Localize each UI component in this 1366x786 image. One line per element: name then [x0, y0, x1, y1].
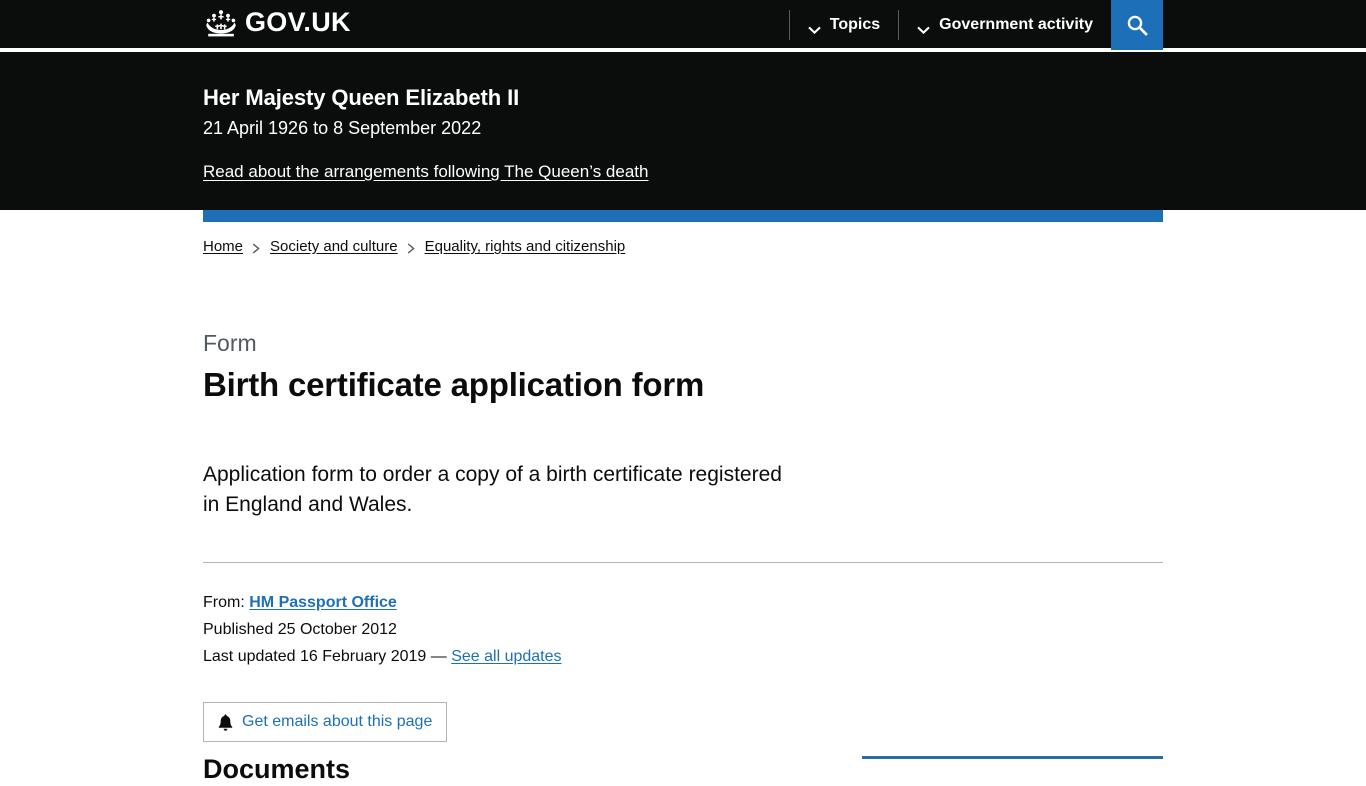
chevron-right-icon — [252, 241, 261, 254]
see-all-updates-link[interactable]: See all updates — [451, 648, 561, 665]
document-type-label: Form — [203, 330, 257, 356]
search-button[interactable] — [1111, 0, 1163, 50]
memorial-dates: 21 April 1926 to 8 September 2022 — [203, 118, 482, 138]
govuk-logo-link[interactable]: GOV.UK — [203, 7, 351, 38]
page-title: Birth certificate application form — [203, 366, 705, 403]
header-inner: GOV.UK Topics Government activity — [203, 0, 1163, 50]
page-description: Application form to order a copy of a bi… — [203, 463, 782, 516]
metadata-last-updated-label: Last updated — [203, 648, 296, 665]
bell-icon — [218, 713, 233, 731]
get-emails-button-label: Get emails about this page — [242, 713, 433, 730]
chevron-right-icon — [407, 241, 416, 254]
breadcrumb: Home Society and culture Equality, right… — [203, 222, 1163, 255]
breadcrumb-item-home[interactable]: Home — [203, 238, 243, 255]
govuk-header: GOV.UK Topics Government activity — [0, 0, 1366, 50]
breadcrumb-item-equality-rights-and-citizenship[interactable]: Equality, rights and citizenship — [425, 238, 626, 255]
memorial-arrangements-link[interactable]: Read about the arrangements following Th… — [203, 161, 648, 183]
govuk-logo-text: GOV.UK — [245, 7, 351, 37]
document-metadata: From: HM Passport Office Published 25 Oc… — [203, 589, 1163, 670]
nav-item-topics[interactable]: Topics — [790, 0, 898, 50]
metadata-published-label: Published — [203, 621, 274, 638]
metadata-from-label: From: — [203, 594, 245, 611]
header-navigation: Topics Government activity — [788, 0, 1163, 50]
nav-item-topics-label: Topics — [829, 16, 881, 33]
crown-icon — [203, 8, 239, 38]
breadcrumb-item-society-and-culture[interactable]: Society and culture — [270, 238, 398, 255]
metadata-last-updated-date: 16 February 2019 — [299, 648, 427, 665]
metadata-last-updated-row: Last updated 16 February 2019 — See all … — [203, 643, 1163, 670]
metadata-from-organisation-link[interactable]: HM Passport Office — [249, 594, 397, 611]
metadata-from-row: From: HM Passport Office — [203, 589, 1163, 616]
metadata-published-row: Published 25 October 2012 — [203, 616, 1163, 643]
blue-accent-bar — [203, 210, 1163, 222]
chevron-down-icon — [808, 21, 821, 35]
memorial-content: Her Majesty Queen Elizabeth II 21 April … — [203, 52, 1163, 183]
nav-item-government-activity-label: Government activity — [939, 16, 1093, 33]
nav-item-government-activity[interactable]: Government activity — [899, 0, 1111, 50]
title-block: Form Birth certificate application form — [203, 329, 1163, 405]
memorial-title: Her Majesty Queen Elizabeth II — [203, 85, 520, 110]
main-content: Home Society and culture Equality, right… — [203, 222, 1163, 742]
sidebar-top-rule — [862, 756, 1163, 759]
search-icon — [1126, 14, 1148, 36]
chevron-down-icon — [917, 21, 930, 35]
metadata-published-date: 25 October 2012 — [277, 621, 397, 638]
documents-heading: Documents — [203, 754, 351, 784]
memorial-banner: Her Majesty Queen Elizabeth II 21 April … — [0, 52, 1366, 210]
get-emails-button[interactable]: Get emails about this page — [203, 702, 448, 742]
metadata-updates-separator: — — [430, 648, 447, 665]
metadata-divider — [203, 562, 1163, 563]
